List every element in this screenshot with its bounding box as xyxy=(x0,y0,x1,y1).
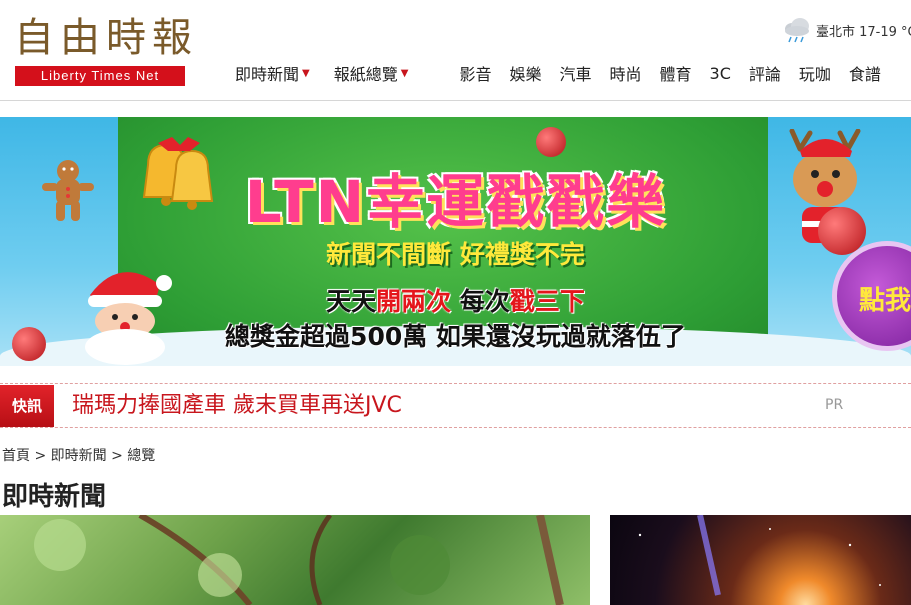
main-nav: 即時新聞 ▼ 報紙總覽 ▼ 影音 娛樂 汽車 時尚 體育 3C 評論 玩咖 食譜 xyxy=(226,59,890,87)
ornament-decoration xyxy=(536,127,566,157)
nav-item-label: 體育 xyxy=(659,65,692,84)
breadcrumb: 首頁 > 即時新聞 > 總覽 xyxy=(2,445,155,465)
click-button-label: 點我 xyxy=(859,286,911,316)
breadcrumb-separator: > xyxy=(106,448,128,464)
nav-item-label: 汽車 xyxy=(559,65,592,84)
breadcrumb-current: 總覽 xyxy=(127,448,156,464)
logo-english-text: Liberty Times Net xyxy=(15,66,185,86)
weather-widget[interactable]: 臺北市 17-19 °C xyxy=(782,16,911,44)
nav-item-video[interactable]: 影音 xyxy=(450,61,500,85)
nav-item-sports[interactable]: 體育 xyxy=(651,61,701,85)
banner-subtitle: 新聞不間斷 好禮獎不完 xyxy=(326,240,585,269)
breadcrumb-home[interactable]: 首頁 xyxy=(2,448,30,464)
nav-item-newspaper[interactable]: 報紙總覽 ▼ xyxy=(325,61,418,85)
site-logo[interactable]: 自由時報 Liberty Times Net xyxy=(14,14,192,86)
banner-text-highlight: 開兩次 xyxy=(376,287,452,316)
nav-item-3c[interactable]: 3C xyxy=(701,64,740,83)
nav-item-label: 報紙總覽 xyxy=(333,65,398,84)
nav-item-label: 玩咖 xyxy=(798,65,831,84)
rain-cloud-icon xyxy=(785,18,809,43)
nav-item-entertainment[interactable]: 娛樂 xyxy=(500,61,550,85)
weather-text: 臺北市 17-19 °C xyxy=(816,24,911,40)
breadcrumb-section[interactable]: 即時新聞 xyxy=(51,448,107,464)
tree-image xyxy=(34,515,564,605)
banner-text: 天天 xyxy=(326,287,377,316)
pr-tag: PR xyxy=(825,397,844,413)
breaking-news-link[interactable]: 瑞瑪力捧國產車 歲末買車再送JVC xyxy=(72,384,402,427)
nav-item-playmate[interactable]: 玩咖 xyxy=(790,61,840,85)
banner-text-highlight: 戳三下 xyxy=(509,287,585,316)
black-hole-image xyxy=(638,515,881,596)
nav-item-label: 即時新聞 xyxy=(235,65,300,84)
promo-banner[interactable]: LTN幸運戳戳樂 新聞不間斷 好禮獎不完 天天開兩次 每次戳三下 總獎金超過50… xyxy=(0,117,911,366)
nav-item-fashion[interactable]: 時尚 xyxy=(600,61,650,85)
site-header: 自由時報 Liberty Times Net 臺北市 17-19 °C 即時新聞… xyxy=(0,0,911,101)
nav-item-label: 時尚 xyxy=(609,65,642,84)
banner-line-2: 天天開兩次 每次戳三下 xyxy=(0,282,911,318)
banner-text: 每次 xyxy=(451,287,510,316)
nav-item-label: 食譜 xyxy=(848,65,881,84)
breaking-news-bar: 快訊 瑞瑪力捧國產車 歲末買車再送JVC PR xyxy=(0,383,911,428)
nav-item-label: 3C xyxy=(709,63,731,83)
nav-item-realtime[interactable]: 即時新聞 ▼ xyxy=(226,61,319,85)
caret-down-icon: ▼ xyxy=(302,67,310,79)
nav-item-label: 娛樂 xyxy=(509,65,542,84)
news-thumbnail-tree[interactable] xyxy=(0,515,590,605)
nav-item-opinion[interactable]: 評論 xyxy=(740,61,790,85)
nav-item-label: 評論 xyxy=(748,65,781,84)
nav-item-recipes[interactable]: 食譜 xyxy=(840,61,890,85)
caret-down-icon: ▼ xyxy=(400,67,409,79)
news-thumbnail-space[interactable] xyxy=(610,515,911,605)
nav-item-auto[interactable]: 汽車 xyxy=(550,61,600,85)
breaking-label: 快訊 xyxy=(0,385,54,427)
banner-title: LTN幸運戳戳樂 xyxy=(244,168,667,236)
page-title: 即時新聞 xyxy=(2,482,107,512)
nav-item-label: 影音 xyxy=(459,65,492,84)
logo-chinese-text: 自由時報 xyxy=(14,15,198,61)
breadcrumb-separator: > xyxy=(30,448,51,464)
banner-line-3: 總獎金超過500萬 如果還沒玩過就落伍了 xyxy=(225,322,686,351)
